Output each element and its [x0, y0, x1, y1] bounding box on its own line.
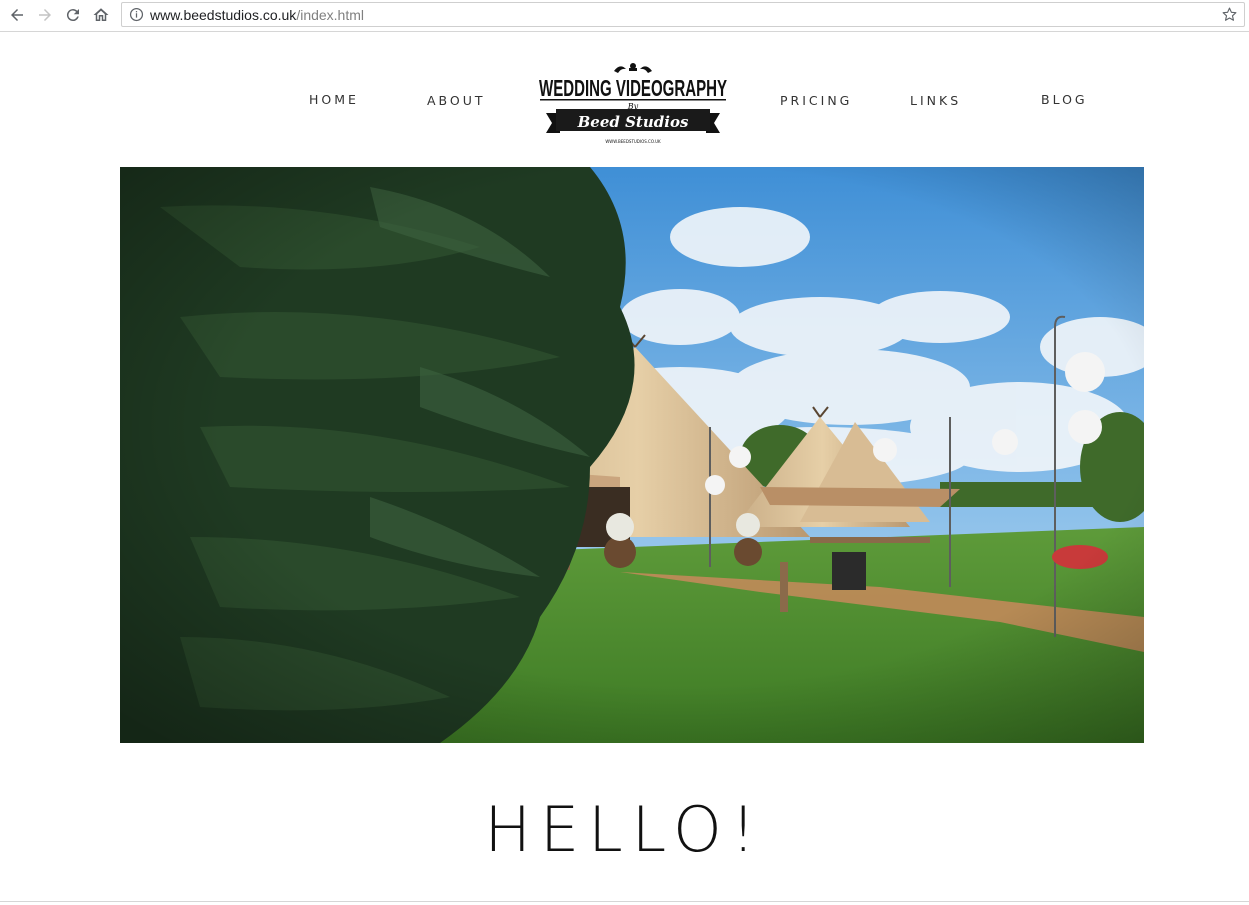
hero-photo: [120, 167, 1144, 743]
home-icon: [93, 8, 109, 21]
forward-button[interactable]: [34, 5, 56, 25]
home-button[interactable]: [90, 5, 112, 25]
nav-blog[interactable]: BLOG: [1041, 92, 1088, 107]
logo-small: WWW.BEEDSTUDIOS.CO.UK: [605, 139, 661, 144]
nav-links[interactable]: LINKS: [910, 93, 961, 108]
browser-toolbar: www.beedstudios.co.uk/index.html: [0, 0, 1249, 32]
logo-line1: WEDDING VIDEOGRAPHY: [539, 75, 727, 101]
hello-heading: HELLO!: [484, 793, 765, 866]
address-bar[interactable]: www.beedstudios.co.uk/index.html: [121, 2, 1245, 27]
url-host: www.beedstudios.co.uk: [150, 6, 297, 23]
url-path: /index.html: [296, 6, 365, 23]
url-text[interactable]: www.beedstudios.co.uk/index.html: [150, 7, 364, 23]
nav-about[interactable]: ABOUT: [427, 93, 486, 108]
nav-home[interactable]: HOME: [309, 92, 359, 107]
star-icon[interactable]: [1221, 6, 1238, 23]
reload-icon: [66, 9, 79, 22]
logo-line2: Beed Studios: [577, 113, 689, 131]
site-header: HOME ABOUT WEDDING VIDEOGRAPHY By Beed S…: [0, 33, 1249, 167]
bottom-divider: [0, 901, 1249, 902]
site-logo[interactable]: WEDDING VIDEOGRAPHY By Beed Studios WWW.…: [536, 61, 730, 145]
arrow-right-icon: [39, 9, 51, 21]
reload-button[interactable]: [62, 5, 84, 25]
back-button[interactable]: [6, 5, 28, 25]
nav-pricing[interactable]: PRICING: [780, 93, 852, 108]
arrow-left-icon: [11, 9, 23, 21]
info-icon[interactable]: [128, 7, 144, 23]
